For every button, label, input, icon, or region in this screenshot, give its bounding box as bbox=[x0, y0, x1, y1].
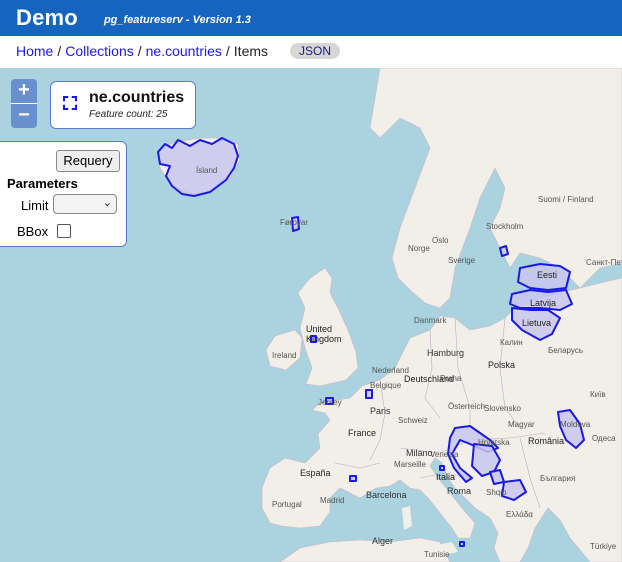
breadcrumb-separator: / bbox=[57, 43, 62, 59]
map-label-espana: España bbox=[300, 468, 331, 478]
breadcrumb: Home / Collections / ne.countries / Item… bbox=[16, 42, 341, 60]
map-label-praha: Praha bbox=[440, 374, 462, 383]
map-label-eesti: Eesti bbox=[537, 270, 558, 280]
limit-select[interactable]: ⌄ bbox=[53, 194, 117, 214]
map-label-latvija: Latvija bbox=[530, 298, 557, 308]
map-label-kaliningrad: Калин bbox=[500, 338, 523, 347]
map-label-uk: United Kingdom bbox=[306, 324, 342, 344]
breadcrumb-collection-link[interactable]: ne.countries bbox=[146, 43, 222, 59]
map-label-moldova: Moldova bbox=[560, 420, 591, 429]
map-label-lietuva: Lietuva bbox=[522, 318, 552, 328]
limit-label: Limit bbox=[21, 198, 49, 213]
map-label-ellada: Ελλάδα bbox=[506, 510, 533, 519]
map-label-norge: Norge bbox=[408, 244, 430, 253]
map-view[interactable]: Ísland Føroyar Suomi / Finland Norge Sve… bbox=[0, 68, 622, 562]
chevron-down-icon: ⌄ bbox=[102, 197, 112, 209]
bbox-icon bbox=[63, 96, 77, 110]
map-label-romania: România bbox=[528, 436, 565, 446]
feature-count: Feature count: 25 bbox=[89, 109, 168, 120]
layer-name: ne.countries bbox=[89, 89, 185, 106]
map-label-hamburg: Hamburg bbox=[427, 348, 465, 358]
map-label-schweiz: Schweiz bbox=[398, 416, 428, 425]
breadcrumb-separator: / bbox=[225, 43, 230, 59]
map-label-spb: Санкт-Пете bbox=[586, 258, 622, 267]
parameters-panel: Requery Parameters Limit ⌄ BBox bbox=[0, 141, 127, 247]
map-label-france: France bbox=[348, 428, 377, 438]
feature-gotland bbox=[499, 245, 509, 257]
map-label-odesa: Одеса bbox=[592, 434, 616, 443]
map-label-kyiv: Київ bbox=[590, 390, 606, 399]
land-ireland bbox=[265, 329, 303, 371]
bbox-checkbox[interactable] bbox=[57, 224, 71, 238]
feature-andorra bbox=[349, 475, 357, 482]
map-label-stockholm: Stockholm bbox=[486, 222, 524, 231]
map-label-bulgaria: България bbox=[540, 474, 576, 483]
zoom-out-button[interactable]: − bbox=[11, 103, 37, 128]
app-title: Demo bbox=[16, 5, 78, 30]
map-label-paris: Paris bbox=[370, 406, 391, 416]
map-label-slovensko: Slovensko bbox=[484, 404, 521, 413]
map-label-marseille: Marseille bbox=[394, 460, 427, 469]
map-label-turkiye: Türkiye bbox=[590, 542, 617, 551]
map-label-iceland: Ísland bbox=[196, 166, 218, 175]
feature-luxembourg bbox=[365, 389, 373, 399]
map-label-shqiperia: Shqip bbox=[486, 488, 507, 497]
map-label-ireland: Ireland bbox=[272, 351, 297, 360]
map-label-budapest: Magyar bbox=[508, 420, 535, 429]
json-link-badge[interactable]: JSON bbox=[290, 43, 341, 59]
bbox-label: BBox bbox=[17, 224, 49, 239]
breadcrumb-home-link[interactable]: Home bbox=[16, 43, 53, 59]
layer-info-panel: ne.countries Feature count: 25 bbox=[50, 81, 196, 129]
zoom-in-button[interactable]: + bbox=[11, 79, 37, 103]
map-label-faroe: Føroyar bbox=[280, 218, 308, 227]
zoom-control: + − bbox=[11, 79, 37, 128]
map-label-italia: Italia bbox=[436, 472, 456, 482]
land-scandinavia bbox=[369, 68, 622, 309]
map-label-roma: Roma bbox=[447, 486, 472, 496]
map-label-suomi: Suomi / Finland bbox=[538, 195, 594, 204]
feature-san-marino bbox=[439, 465, 445, 471]
map-label-belarus: Беларусь bbox=[548, 346, 583, 355]
feature-malta bbox=[459, 541, 465, 547]
map-label-oslo: Oslo bbox=[432, 236, 449, 245]
map-label-tunisie: Tunisie bbox=[424, 550, 450, 559]
map-label-nederland: Nederland bbox=[372, 366, 409, 375]
map-label-danmark: Danmark bbox=[414, 316, 447, 325]
map-label-venezia: Venezia bbox=[430, 450, 459, 459]
land-sardinia bbox=[402, 506, 412, 530]
map-label-jersey: Jersey bbox=[318, 398, 342, 407]
map-label-sverige: Sverige bbox=[448, 256, 476, 265]
app-version: pg_featureserv - Version 1.3 bbox=[103, 14, 251, 26]
parameters-title: Parameters bbox=[7, 176, 78, 191]
map-label-osterreich: Österreich bbox=[448, 402, 485, 411]
map-label-barcelona: Barcelona bbox=[366, 490, 407, 500]
map-label-alger: Alger bbox=[372, 536, 394, 546]
map-label-hrvatska: Hrvatska bbox=[478, 438, 510, 447]
map-label-belgique: Belgique bbox=[370, 381, 402, 390]
breadcrumb-separator: / bbox=[137, 43, 142, 59]
map-label-madrid: Madrid bbox=[320, 496, 345, 505]
breadcrumb-collections-link[interactable]: Collections bbox=[65, 43, 133, 59]
map-label-milano: Milano bbox=[406, 448, 433, 458]
map-label-portugal: Portugal bbox=[272, 500, 302, 509]
map-label-polska: Polska bbox=[488, 360, 516, 370]
breadcrumb-current: Items bbox=[233, 43, 269, 59]
app-header: Demo pg_featureserv - Version 1.3 bbox=[0, 0, 622, 36]
requery-button[interactable]: Requery bbox=[56, 150, 120, 172]
